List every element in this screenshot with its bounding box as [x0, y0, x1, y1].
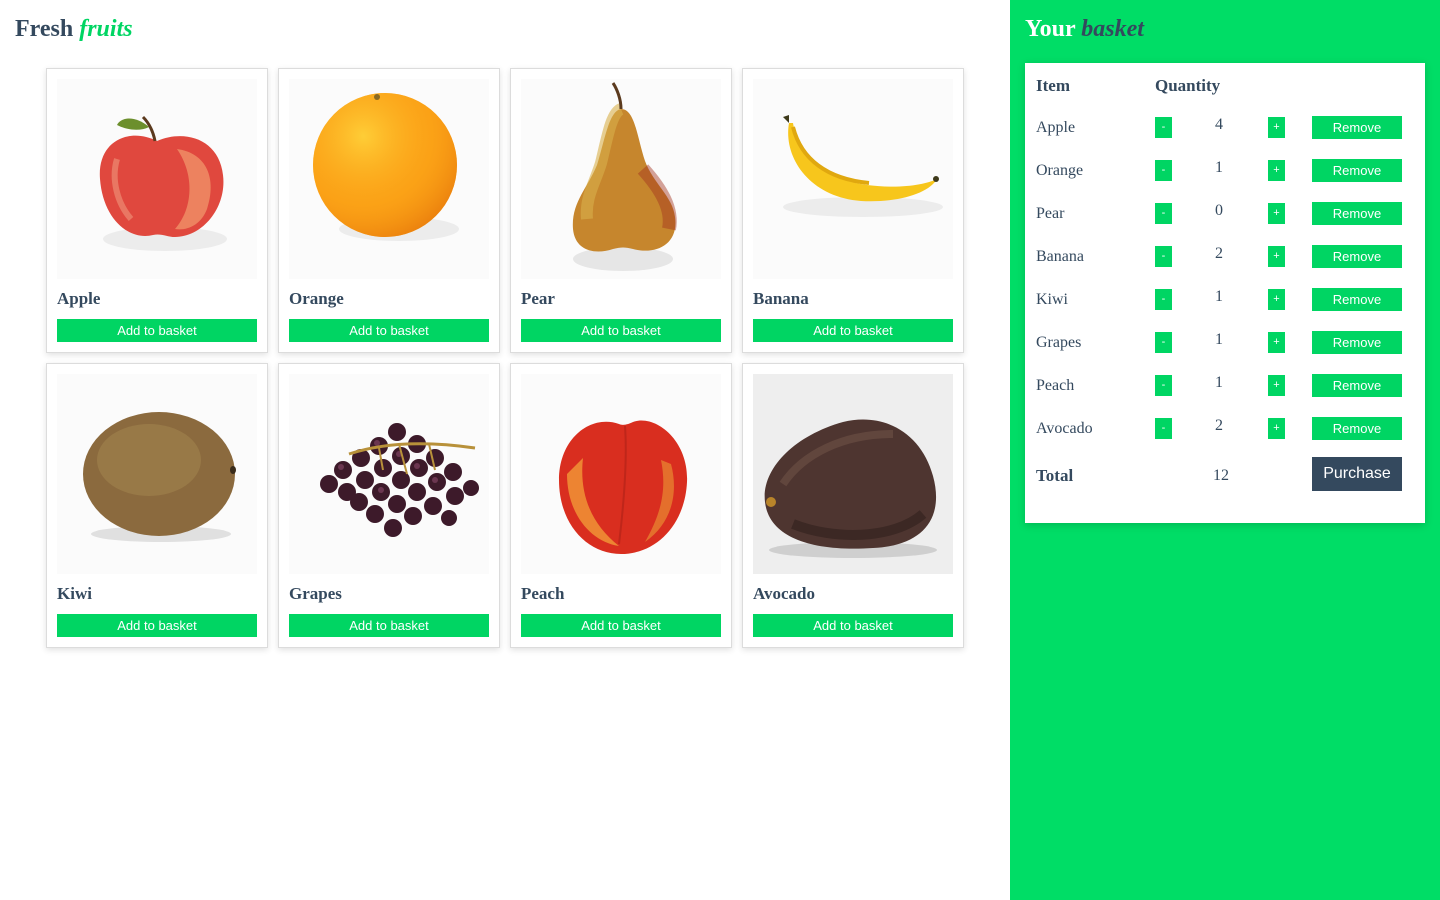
product-card-avocado: Avocado Add to basket — [742, 363, 964, 648]
item-column-header: Item — [1036, 76, 1070, 95]
add-to-basket-button[interactable]: Add to basket — [289, 614, 489, 637]
grapes-image — [289, 374, 489, 574]
increase-quantity-button[interactable]: + — [1268, 418, 1285, 439]
pear-image — [521, 79, 721, 279]
increase-quantity-button[interactable]: + — [1268, 160, 1285, 181]
add-to-basket-button[interactable]: Add to basket — [521, 614, 721, 637]
item-quantity: 0 — [1215, 202, 1223, 219]
product-name: Pear — [521, 289, 555, 308]
basket-title: Your basket — [1025, 14, 1144, 44]
increase-quantity-button[interactable]: + — [1268, 246, 1285, 267]
product-card-orange: Orange Add to basket — [278, 68, 500, 353]
item-quantity: 1 — [1215, 288, 1223, 305]
decrease-quantity-button[interactable]: - — [1155, 418, 1172, 439]
basket-item-name: Banana — [1036, 248, 1084, 265]
product-card-grapes: Grapes Add to basket — [278, 363, 500, 648]
item-quantity: 2 — [1215, 417, 1223, 434]
shop-title-main: Fresh — [15, 16, 74, 42]
shop-title: Fresh fruits — [15, 14, 133, 44]
remove-item-button[interactable]: Remove — [1312, 202, 1402, 225]
total-quantity: 12 — [1213, 467, 1229, 484]
product-name: Banana — [753, 289, 809, 308]
remove-item-button[interactable]: Remove — [1312, 417, 1402, 440]
remove-item-button[interactable]: Remove — [1312, 116, 1402, 139]
remove-item-button[interactable]: Remove — [1312, 245, 1402, 268]
banana-image — [753, 79, 953, 279]
basket-item-name: Avocado — [1036, 420, 1093, 437]
basket-row-banana: Banana - 2 + Remove — [1025, 244, 1425, 287]
avocado-image — [753, 374, 953, 574]
item-quantity: 2 — [1215, 245, 1223, 262]
remove-item-button[interactable]: Remove — [1312, 159, 1402, 182]
purchase-button[interactable]: Purchase — [1312, 457, 1402, 491]
total-label: Total — [1036, 466, 1074, 485]
increase-quantity-button[interactable]: + — [1268, 332, 1285, 353]
basket-table: Item Quantity Apple - 4 + Remove Orange … — [1025, 63, 1425, 523]
item-quantity: 1 — [1215, 331, 1223, 348]
orange-image — [289, 79, 489, 279]
basket-item-name: Apple — [1036, 119, 1076, 136]
basket-row-grapes: Grapes - 1 + Remove — [1025, 330, 1425, 373]
quantity-column-header: Quantity — [1155, 76, 1221, 95]
decrease-quantity-button[interactable]: - — [1155, 375, 1172, 396]
decrease-quantity-button[interactable]: - — [1155, 289, 1172, 310]
product-name: Grapes — [289, 584, 342, 603]
increase-quantity-button[interactable]: + — [1268, 289, 1285, 310]
basket-row-peach: Peach - 1 + Remove — [1025, 373, 1425, 416]
basket-item-name: Grapes — [1036, 334, 1082, 351]
product-card-banana: Banana Add to basket — [742, 68, 964, 353]
product-name: Peach — [521, 584, 565, 603]
kiwi-image — [57, 374, 257, 574]
product-card-pear: Pear Add to basket — [510, 68, 732, 353]
product-name: Apple — [57, 289, 101, 308]
increase-quantity-button[interactable]: + — [1268, 117, 1285, 138]
basket-item-name: Peach — [1036, 377, 1075, 394]
decrease-quantity-button[interactable]: - — [1155, 246, 1172, 267]
remove-item-button[interactable]: Remove — [1312, 331, 1402, 354]
basket-row-pear: Pear - 0 + Remove — [1025, 201, 1425, 244]
product-card-apple: Apple Add to basket — [46, 68, 268, 353]
product-name: Kiwi — [57, 584, 92, 603]
decrease-quantity-button[interactable]: - — [1155, 117, 1172, 138]
add-to-basket-button[interactable]: Add to basket — [753, 614, 953, 637]
basket-item-name: Pear — [1036, 205, 1065, 222]
decrease-quantity-button[interactable]: - — [1155, 332, 1172, 353]
increase-quantity-button[interactable]: + — [1268, 203, 1285, 224]
item-quantity: 1 — [1215, 374, 1223, 391]
add-to-basket-button[interactable]: Add to basket — [57, 614, 257, 637]
basket-title-main: Your — [1025, 16, 1076, 42]
add-to-basket-button[interactable]: Add to basket — [289, 319, 489, 342]
product-name: Avocado — [753, 584, 816, 603]
shop-title-accent: fruits — [79, 16, 133, 42]
basket-row-orange: Orange - 1 + Remove — [1025, 158, 1425, 201]
peach-image — [521, 374, 721, 574]
apple-image — [57, 79, 257, 279]
item-quantity: 4 — [1215, 116, 1223, 133]
add-to-basket-button[interactable]: Add to basket — [57, 319, 257, 342]
product-card-kiwi: Kiwi Add to basket — [46, 363, 268, 648]
basket-sidebar: Your basket Item Quantity Apple - 4 + Re… — [1010, 0, 1440, 900]
decrease-quantity-button[interactable]: - — [1155, 203, 1172, 224]
item-quantity: 1 — [1215, 159, 1223, 176]
shop-section: Fresh fruits Apple Add to basket Orange … — [0, 0, 1010, 900]
basket-item-name: Kiwi — [1036, 291, 1068, 308]
decrease-quantity-button[interactable]: - — [1155, 160, 1172, 181]
add-to-basket-button[interactable]: Add to basket — [753, 319, 953, 342]
basket-title-accent: basket — [1081, 16, 1144, 42]
basket-row-apple: Apple - 4 + Remove — [1025, 115, 1425, 158]
basket-item-name: Orange — [1036, 162, 1084, 179]
remove-item-button[interactable]: Remove — [1312, 374, 1402, 397]
basket-row-avocado: Avocado - 2 + Remove — [1025, 416, 1425, 459]
increase-quantity-button[interactable]: + — [1268, 375, 1285, 396]
product-card-peach: Peach Add to basket — [510, 363, 732, 648]
product-name: Orange — [289, 289, 344, 308]
remove-item-button[interactable]: Remove — [1312, 288, 1402, 311]
add-to-basket-button[interactable]: Add to basket — [521, 319, 721, 342]
basket-row-kiwi: Kiwi - 1 + Remove — [1025, 287, 1425, 330]
